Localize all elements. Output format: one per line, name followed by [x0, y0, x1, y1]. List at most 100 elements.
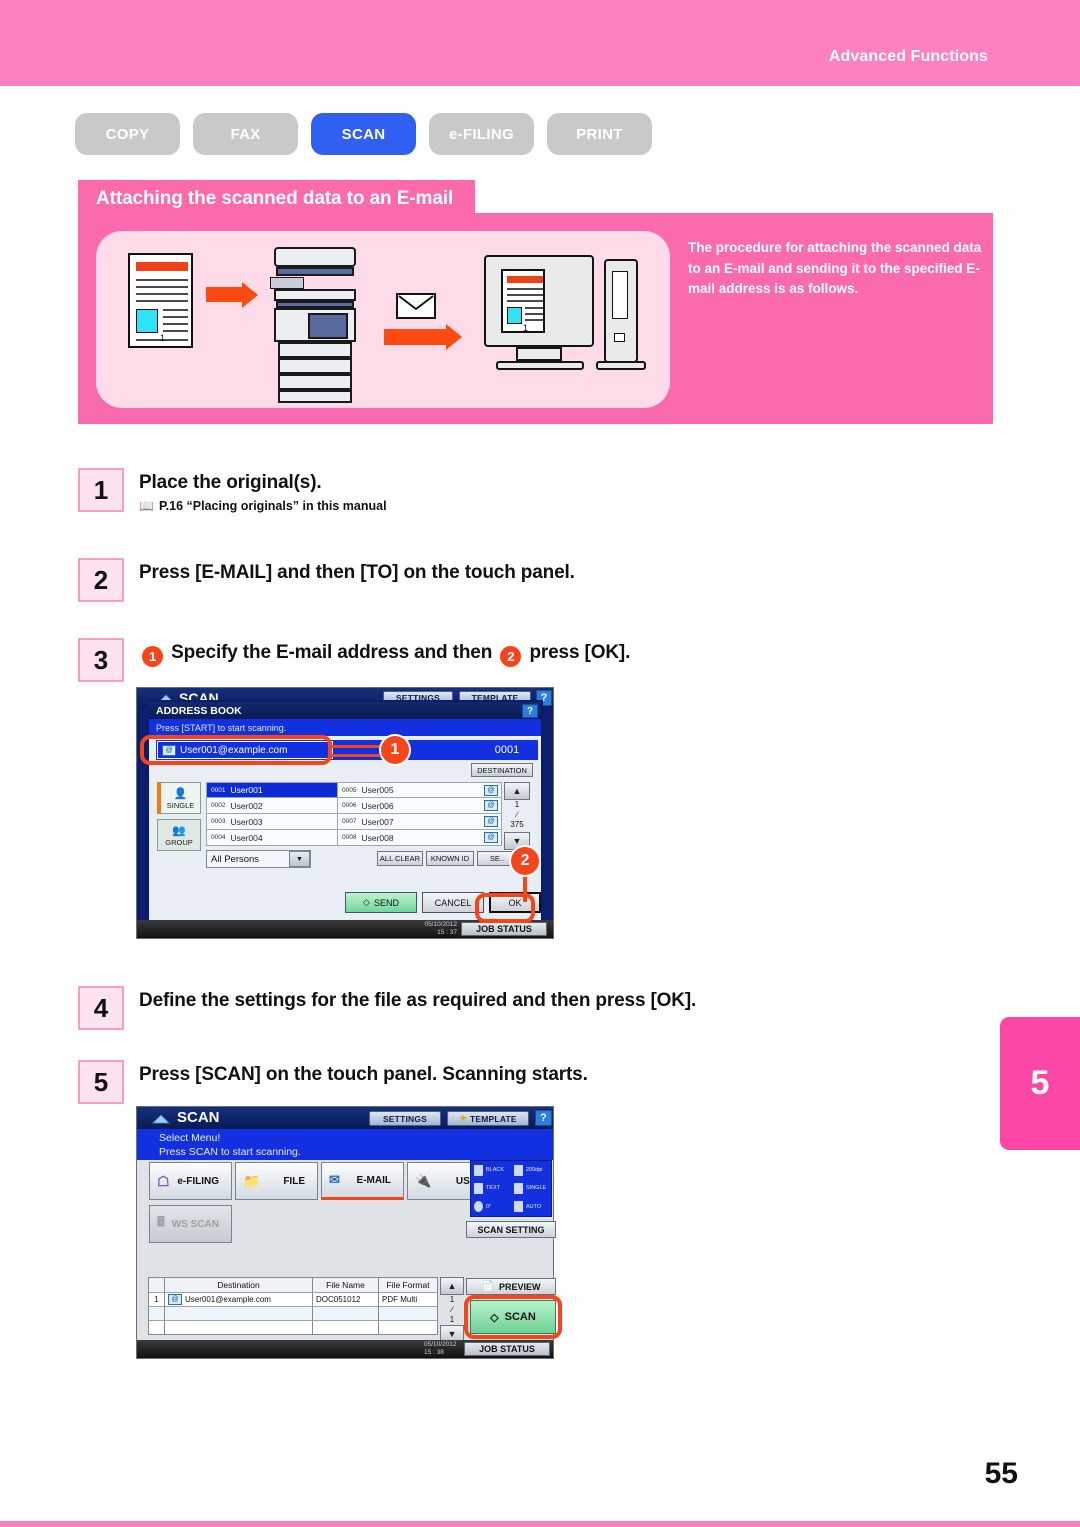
efiling-icon: ☖	[157, 1172, 170, 1189]
step-4-title: Define the settings for the file as requ…	[139, 990, 697, 1011]
contact-id: 0004	[211, 834, 226, 841]
mail-icon[interactable]: @	[484, 800, 498, 811]
panel5-job-status-button[interactable]: JOB STATUS	[464, 1342, 550, 1356]
tab-efiling[interactable]: e-FILING	[429, 113, 534, 155]
mail-icon: ✉	[329, 1172, 340, 1187]
step-3-title: 1 Specify the E-mail address and then 2 …	[139, 642, 630, 667]
chevron-down-icon[interactable]: ▼	[289, 851, 310, 867]
mail-icon[interactable]: @	[484, 816, 498, 827]
panel3-tab-single[interactable]: 👤 SINGLE	[157, 782, 201, 814]
panel5-pager: ▲ 1 ∕ 1 ▼	[440, 1277, 464, 1343]
table-row[interactable]: 1 @ User001@example.com DOC051012 PDF Mu…	[149, 1292, 437, 1306]
tab-copy[interactable]: COPY	[75, 113, 180, 155]
scan-cloud-icon	[151, 1114, 171, 1124]
panel5-wsscan-label: WS SCAN	[171, 1218, 219, 1230]
panel5-page-total: 1	[449, 1315, 455, 1324]
table-row[interactable]	[149, 1306, 437, 1320]
panel3-callout-1: 1	[381, 736, 409, 764]
panel3-job-status-button[interactable]: JOB STATUS	[461, 922, 547, 936]
step-3-title-pre: Specify the E-mail address and then	[171, 642, 493, 663]
contact-id: 0008	[342, 834, 357, 841]
panel3-contact-row[interactable]: 0007 User007 @	[337, 814, 502, 830]
panel5-preview-label: PREVIEW	[498, 1281, 541, 1292]
contact-name: User006	[361, 800, 394, 811]
star-icon: ★	[459, 1113, 468, 1123]
cell-destination-text: User001@example.com	[185, 1295, 271, 1304]
scan-setting-resolution: 200dpi	[511, 1161, 551, 1179]
table-row[interactable]	[149, 1320, 437, 1334]
page-header-band	[0, 0, 1080, 86]
scan-setting-original-mode: TEXT	[471, 1179, 511, 1197]
step-3: 3 1 Specify the E-mail address and then …	[78, 638, 630, 682]
cell-destination	[165, 1320, 313, 1334]
tab-scan[interactable]: SCAN	[311, 113, 416, 155]
panel5-app-title: SCAN	[177, 1109, 220, 1126]
panel5-file-button[interactable]: 📁 FILE	[235, 1162, 318, 1200]
scan-setting-size: AUTO	[511, 1198, 551, 1216]
panel3-status-message: Press [START] to start scanning.	[149, 719, 541, 736]
scan-setting-duplex: SINGLE	[511, 1179, 551, 1197]
mail-icon[interactable]: @	[484, 832, 498, 843]
mail-icon[interactable]: @	[484, 784, 498, 796]
panel5-scan-settings-summary: BLACK 200dpi TEXT SINGLE 0° AUTO	[470, 1160, 552, 1217]
tab-print[interactable]: PRINT	[547, 113, 652, 155]
monitor-icon: 1	[484, 255, 594, 347]
panel3-tab-group[interactable]: 👥 GROUP	[157, 819, 201, 851]
computer-tower-base	[596, 361, 646, 370]
panel3-dialog-help-button[interactable]: ?	[522, 704, 538, 718]
panel3-scroll-up-button[interactable]: ▲	[504, 782, 530, 800]
step-4-number: 4	[78, 986, 124, 1030]
cell-index: 1	[149, 1292, 165, 1306]
panel3-page-current: 1	[514, 800, 520, 809]
step-1-title: Place the original(s).	[139, 472, 322, 493]
panel3-known-id-button[interactable]: KNOWN ID	[426, 851, 474, 866]
panel3-contact-row[interactable]: 0005 User005 @	[337, 782, 502, 798]
usb-icon: 🔌	[415, 1173, 432, 1188]
panel3-contact-list-right: 0005 User005 @ 0006 User006 @ 0007 User0…	[337, 782, 502, 846]
contact-name: User005	[361, 785, 394, 795]
intro-description: The procedure for attaching the scanned …	[688, 240, 982, 296]
cell-file-name	[313, 1306, 379, 1320]
contact-name: User003	[230, 816, 263, 827]
cell-file-format	[379, 1320, 437, 1334]
step-1-number: 1	[78, 468, 124, 512]
panel3-pager: ▲ 1 ∕ 375 ▼	[504, 782, 530, 850]
page-title: Attaching the scanned data to an E-mail	[78, 180, 476, 218]
scan-setting-rotation: 0°	[471, 1198, 511, 1216]
contact-id: 0005	[342, 786, 357, 794]
contact-id: 0007	[342, 818, 357, 825]
panel5-wsscan-button[interactable]: 🖩 WS SCAN	[149, 1205, 232, 1243]
panel3-all-clear-button[interactable]: ALL CLEAR	[377, 851, 423, 866]
folder-icon: 📁	[243, 1172, 261, 1189]
section-label: Advanced Functions	[828, 48, 988, 65]
panel3-contact-row[interactable]: 0008 User008 @	[337, 830, 502, 846]
panel3-send-button[interactable]: ◇ SEND	[345, 892, 417, 913]
panel5-datetime: 05/10/2012 15 : 38	[424, 1341, 457, 1357]
panel3-highlight-address	[140, 735, 332, 765]
panel5-scroll-up-button[interactable]: ▲	[440, 1277, 464, 1295]
panel5-help-button[interactable]: ?	[535, 1110, 552, 1126]
monitor-stand	[516, 347, 562, 361]
step-2: 2 Press [E-MAIL] and then [TO] on the to…	[78, 558, 575, 602]
panel5-preview-button[interactable]: 📄 PREVIEW	[466, 1278, 556, 1295]
tab-fax[interactable]: FAX	[193, 113, 298, 155]
black-mode-icon	[474, 1164, 483, 1176]
step-3-callout-1: 1	[142, 646, 163, 667]
cell-file-name	[313, 1320, 379, 1334]
panel5-destination-table: Destination File Name File Format 1 @ Us…	[148, 1277, 438, 1335]
panel5-template-label: TEMPLATE	[470, 1113, 517, 1124]
panel3-destination-button[interactable]: DESTINATION	[471, 763, 533, 777]
panel5-settings-button[interactable]: SETTINGS	[369, 1111, 441, 1126]
panel5-message-line1: Select Menu!	[159, 1132, 221, 1144]
panel3-dialog-title: ADDRESS BOOK	[149, 702, 541, 719]
panel5-email-button[interactable]: ✉ E-MAIL	[321, 1162, 404, 1200]
panel5-scan-setting-button[interactable]: SCAN SETTING	[466, 1221, 556, 1238]
preview-icon: 📄	[481, 1281, 494, 1292]
step-1-reference[interactable]: 📖 P.16 “Placing originals” in this manua…	[139, 499, 387, 513]
monitor-base	[496, 361, 584, 370]
panel3-contact-row[interactable]: 0006 User006 @	[337, 798, 502, 814]
panel5-template-button[interactable]: ★ TEMPLATE	[447, 1111, 529, 1126]
panel3-filter-select[interactable]: All Persons ▼	[206, 850, 311, 868]
scan-setting-label: BLACK	[486, 1167, 505, 1174]
panel5-efiling-button[interactable]: ☖ e-FILING	[149, 1162, 232, 1200]
